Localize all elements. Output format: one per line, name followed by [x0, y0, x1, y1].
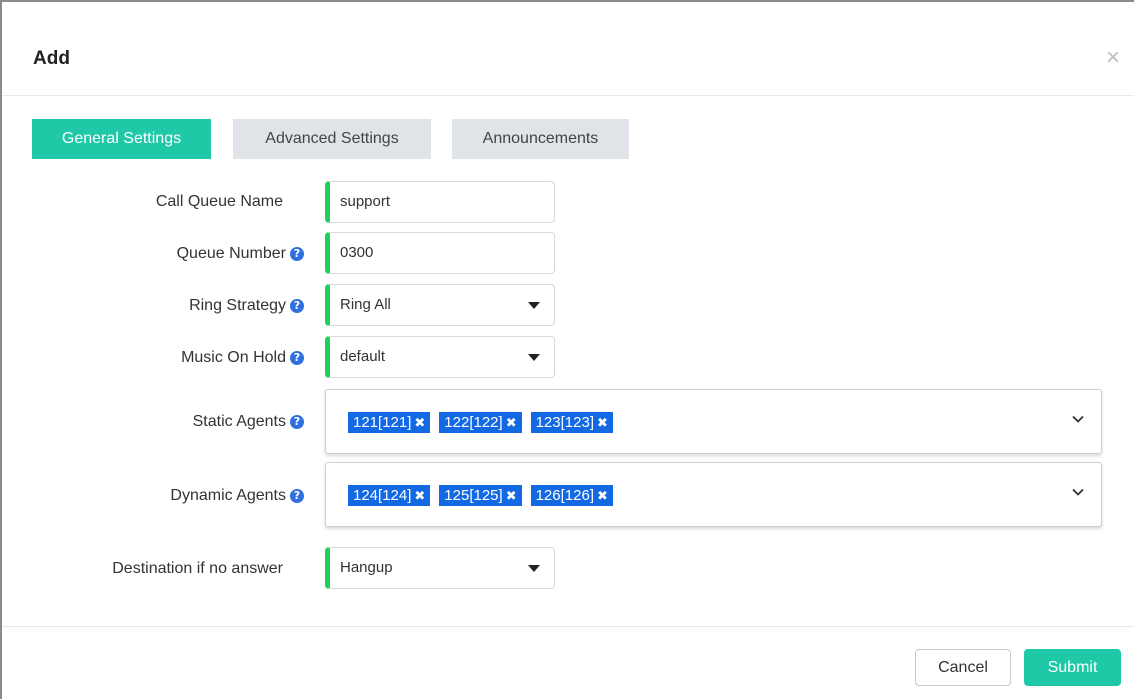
question-circle-icon[interactable]: ?: [290, 351, 304, 365]
agent-chip[interactable]: 123[123] ✖: [530, 412, 613, 433]
chevron-down-icon[interactable]: [1071, 412, 1085, 426]
tab-advanced-settings[interactable]: Advanced Settings: [233, 119, 431, 159]
queue-number-value: 0300: [340, 244, 374, 261]
agent-chip-label: 124[124]: [353, 487, 412, 504]
agent-chip[interactable]: 122[122] ✖: [439, 412, 522, 433]
remove-icon[interactable]: ✖: [597, 415, 608, 430]
music-on-hold-label: Music On Hold?: [181, 349, 304, 367]
music-on-hold-label-text: Music On Hold: [181, 349, 286, 366]
queue-number-label-text: Queue Number: [176, 245, 286, 262]
queue-number-label: Queue Number?: [177, 245, 304, 263]
destination-value: Hangup: [340, 559, 393, 576]
remove-icon[interactable]: ✖: [414, 415, 425, 430]
dynamic-agents-label-text: Dynamic Agents: [170, 487, 286, 504]
remove-icon[interactable]: ✖: [597, 488, 608, 503]
music-on-hold-value: default: [340, 348, 386, 365]
agent-chip-label: 121[121]: [353, 414, 412, 431]
modal-dialog: [0, 0, 1134, 699]
dynamic-agents-label: Dynamic Agents?: [170, 487, 304, 505]
tab-general-settings[interactable]: General Settings: [32, 119, 211, 159]
call-queue-name-input[interactable]: support: [325, 181, 555, 223]
static-agents-label: Static Agents?: [193, 413, 304, 431]
queue-number-input[interactable]: 0300: [325, 232, 555, 274]
agent-chip[interactable]: 121[121] ✖: [348, 412, 431, 433]
dynamic-agents-chips: 124[124] ✖ 125[125] ✖ 126[126] ✖: [348, 485, 622, 507]
caret-down-icon: [528, 354, 540, 361]
agent-chip-label: 122[122]: [444, 414, 503, 431]
question-circle-icon[interactable]: ?: [290, 415, 304, 429]
remove-icon[interactable]: ✖: [506, 415, 517, 430]
ring-strategy-label-text: Ring Strategy: [189, 297, 286, 314]
agent-chip[interactable]: 125[125] ✖: [439, 485, 522, 506]
call-queue-name-label: Call Queue Name: [156, 193, 283, 211]
ring-strategy-select[interactable]: Ring All: [325, 284, 555, 326]
destination-label-text: Destination if no answer: [112, 560, 283, 577]
ring-strategy-value: Ring All: [340, 296, 391, 313]
agent-chip[interactable]: 124[124] ✖: [348, 485, 431, 506]
call-queue-name-label-text: Call Queue Name: [155, 193, 283, 210]
question-circle-icon[interactable]: ?: [290, 489, 304, 503]
agent-chip-label: 126[126]: [535, 487, 594, 504]
destination-label: Destination if no answer: [112, 560, 283, 578]
remove-icon[interactable]: ✖: [414, 488, 425, 503]
footer-divider: [2, 626, 1134, 627]
agent-chip-label: 123[123]: [535, 414, 594, 431]
tab-announcements[interactable]: Announcements: [452, 119, 629, 159]
dynamic-agents-multiselect[interactable]: 124[124] ✖ 125[125] ✖ 126[126] ✖: [325, 462, 1102, 527]
cancel-button[interactable]: Cancel: [915, 649, 1011, 686]
destination-select[interactable]: Hangup: [325, 547, 555, 589]
agent-chip[interactable]: 126[126] ✖: [530, 485, 613, 506]
question-circle-icon[interactable]: ?: [290, 299, 304, 313]
remove-icon[interactable]: ✖: [506, 488, 517, 503]
caret-down-icon: [528, 565, 540, 572]
modal-title: Add: [33, 48, 70, 69]
caret-down-icon: [528, 302, 540, 309]
submit-button[interactable]: Submit: [1024, 649, 1121, 686]
music-on-hold-select[interactable]: default: [325, 336, 555, 378]
chevron-down-icon[interactable]: [1071, 485, 1085, 499]
static-agents-multiselect[interactable]: 121[121] ✖ 122[122] ✖ 123[123] ✖: [325, 389, 1102, 454]
call-queue-name-value: support: [340, 193, 391, 210]
static-agents-label-text: Static Agents: [192, 413, 286, 430]
close-icon[interactable]: ×: [1106, 46, 1120, 70]
static-agents-chips: 121[121] ✖ 122[122] ✖ 123[123] ✖: [348, 412, 622, 434]
modal-header: Add ×: [2, 2, 1134, 96]
agent-chip-label: 125[125]: [444, 487, 503, 504]
ring-strategy-label: Ring Strategy?: [189, 297, 304, 315]
question-circle-icon[interactable]: ?: [290, 247, 304, 261]
